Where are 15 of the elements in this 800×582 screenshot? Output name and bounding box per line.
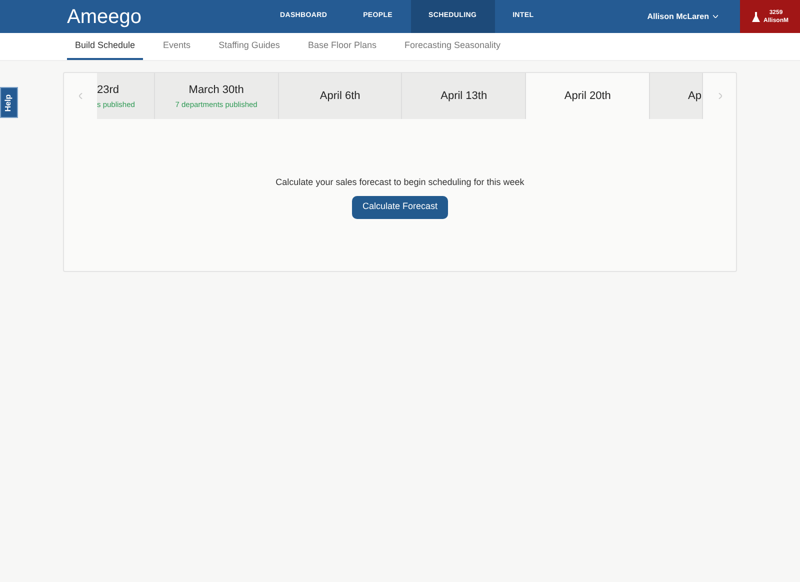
app-logo[interactable]: Ameego — [67, 6, 262, 26]
calculate-forecast-button[interactable]: Calculate Forecast — [352, 196, 448, 218]
sub-tab[interactable]: Staffing Guides — [210, 33, 288, 60]
flask-icon — [752, 12, 760, 22]
help-tab[interactable]: Help — [0, 87, 18, 118]
week-cell[interactable]: Ap — [650, 73, 703, 119]
chevron-down-icon — [713, 15, 718, 18]
instruction-text: Calculate your sales forecast to begin scheduling for this week — [276, 176, 524, 189]
sub-tab[interactable]: Build Schedule — [67, 33, 144, 60]
sub-tab[interactable]: Forecasting Seasonality — [396, 33, 509, 60]
sub-tab[interactable]: Base Floor Plans — [300, 33, 384, 60]
user-menu[interactable]: Allison McLaren — [647, 0, 740, 33]
week-cell[interactable]: April 13th — [402, 73, 526, 119]
week-cell[interactable]: April 6th — [278, 73, 402, 119]
sub-tab[interactable]: Events — [155, 33, 199, 60]
